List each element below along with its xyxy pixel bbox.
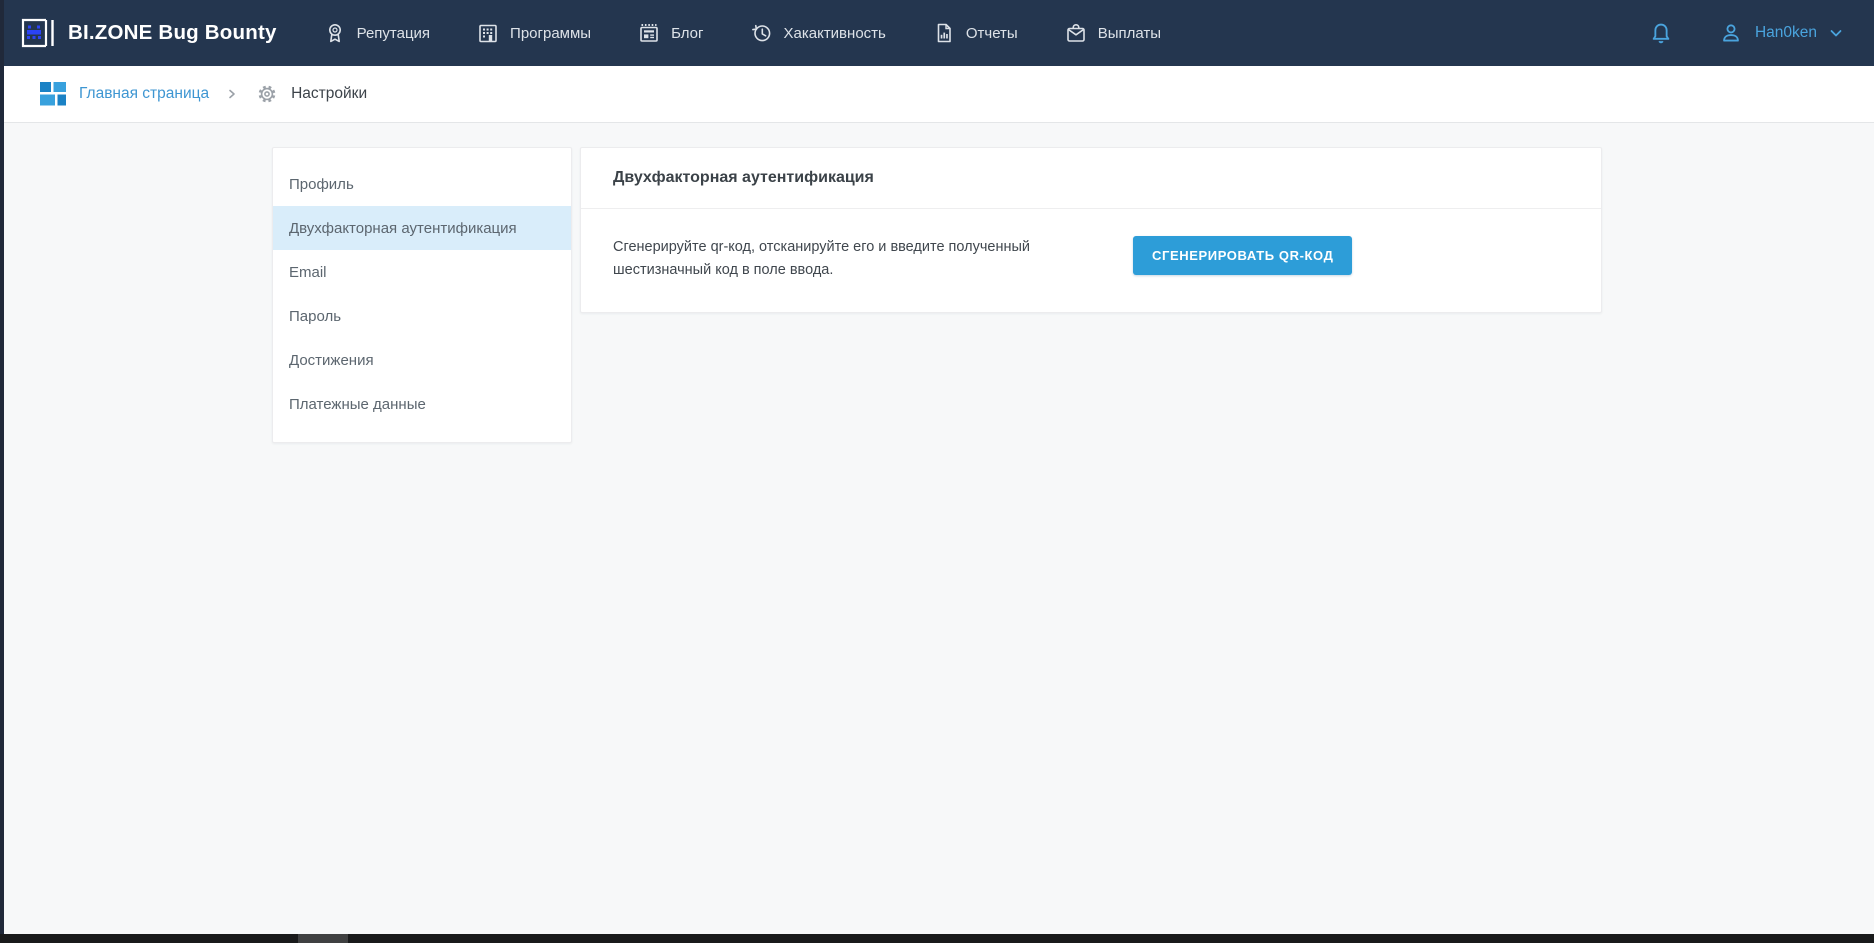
- breadcrumb-home-link[interactable]: Главная страница: [40, 82, 209, 106]
- settings-menu-item-password[interactable]: Пароль: [273, 294, 571, 338]
- settings-menu-item-two-factor[interactable]: Двухфакторная аутентификация: [273, 206, 571, 250]
- payouts-bag-icon: [1064, 21, 1088, 45]
- settings-menu-item-achievements[interactable]: Достижения: [273, 338, 571, 382]
- brand-title: BI.ZONE Bug Bounty: [68, 21, 277, 45]
- settings-page: Профиль Двухфакторная аутентификация Ema…: [272, 147, 1602, 443]
- window-left-edge: [0, 0, 4, 943]
- generate-qr-button[interactable]: СГЕНЕРИРОВАТЬ QR-КОД: [1133, 236, 1352, 275]
- breadcrumb: Главная страница Настройки: [0, 66, 1874, 123]
- settings-menu-item-payment-details[interactable]: Платежные данные: [273, 382, 571, 426]
- menu-item-label: Пароль: [289, 308, 341, 325]
- navbar-right: Han0ken: [1648, 20, 1844, 46]
- breadcrumb-current-label: Настройки: [291, 85, 367, 103]
- nav-item-programs[interactable]: Программы: [476, 21, 591, 45]
- menu-item-label: Email: [289, 264, 327, 281]
- nav-item-hacktivity[interactable]: Хакактивность: [750, 21, 886, 45]
- chevron-down-icon: [1828, 25, 1844, 41]
- settings-sidebar: Профиль Двухфакторная аутентификация Ema…: [272, 147, 572, 443]
- notifications-button[interactable]: [1648, 20, 1674, 46]
- history-icon: [750, 21, 774, 45]
- top-navbar: BI.ZONE Bug Bounty Репутация: [0, 0, 1874, 66]
- bizone-logo-icon: [20, 18, 56, 48]
- chevron-right-icon: [225, 87, 239, 101]
- settings-menu-item-profile[interactable]: Профиль: [273, 162, 571, 206]
- building-icon: [476, 21, 500, 45]
- nav-item-reports[interactable]: Отчеты: [932, 21, 1018, 45]
- nav-item-reputation[interactable]: Репутация: [323, 21, 430, 45]
- panel-body: Сгенерируйте qr-код, отсканируйте его и …: [581, 209, 1601, 312]
- breadcrumb-current: Настройки: [255, 82, 367, 106]
- brand-logo[interactable]: BI.ZONE Bug Bounty: [20, 18, 277, 48]
- bell-icon: [1648, 20, 1674, 46]
- user-icon: [1718, 20, 1744, 46]
- menu-item-label: Профиль: [289, 176, 354, 193]
- user-menu[interactable]: Han0ken: [1718, 20, 1844, 46]
- report-icon: [932, 21, 956, 45]
- nav-item-blog[interactable]: Блог: [637, 21, 703, 45]
- menu-item-label: Двухфакторная аутентификация: [289, 220, 517, 237]
- menu-item-label: Платежные данные: [289, 396, 426, 413]
- menu-item-label: Достижения: [289, 352, 374, 369]
- two-factor-description: Сгенерируйте qr-код, отсканируйте его и …: [613, 236, 1088, 282]
- settings-menu-item-email[interactable]: Email: [273, 250, 571, 294]
- nav-item-label: Отчеты: [966, 25, 1018, 42]
- panel-header: Двухфакторная аутентификация: [581, 148, 1601, 209]
- nav-item-label: Блог: [671, 25, 703, 42]
- nav-item-label: Выплаты: [1098, 25, 1161, 42]
- username: Han0ken: [1755, 24, 1817, 42]
- nav-item-label: Репутация: [357, 25, 430, 42]
- breadcrumb-home-label: Главная страница: [79, 85, 209, 103]
- dashboard-icon: [40, 82, 66, 106]
- nav-item-label: Программы: [510, 25, 591, 42]
- panel-title: Двухфакторная аутентификация: [613, 169, 874, 187]
- nav-item-payouts[interactable]: Выплаты: [1064, 21, 1161, 45]
- two-factor-panel: Двухфакторная аутентификация Сгенерируйт…: [580, 147, 1602, 313]
- newspaper-icon: [637, 21, 661, 45]
- nav-item-label: Хакактивность: [784, 25, 886, 42]
- scrollbar-thumb[interactable]: [298, 934, 348, 943]
- horizontal-scrollbar[interactable]: [0, 934, 1874, 943]
- gear-icon: [255, 82, 279, 106]
- main-nav: Репутация Программы: [323, 21, 1161, 45]
- medal-icon: [323, 21, 347, 45]
